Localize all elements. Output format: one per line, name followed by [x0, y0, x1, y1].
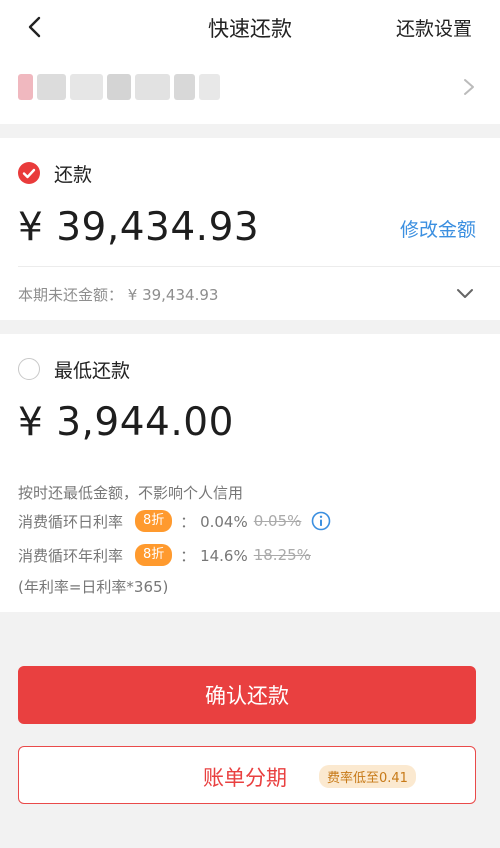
check-icon	[22, 168, 36, 179]
daily-discount-badge: 8折	[135, 510, 173, 532]
min-repayment-amount: ¥ 3,944.00	[18, 400, 234, 445]
chevron-right-icon	[464, 79, 474, 95]
min-repayment-radio[interactable]	[18, 358, 40, 380]
masked-account-name	[18, 74, 220, 100]
annual-discount-badge: 8折	[135, 544, 173, 566]
repayment-settings-link[interactable]: 还款设置	[396, 14, 472, 41]
min-repayment-label[interactable]: 最低还款	[54, 356, 130, 383]
full-repayment-radio[interactable]	[18, 162, 40, 184]
annual-rate-value: ： 14.6%	[180, 546, 248, 565]
rate-formula: (年利率=日利率*365)	[18, 578, 169, 596]
edit-amount-link[interactable]: 修改金额	[400, 215, 476, 242]
full-repayment-amount: ¥ 39,434.93	[18, 205, 260, 250]
confirm-repayment-button[interactable]: 确认还款	[18, 666, 476, 724]
min-repayment-note: 按时还最低金额，不影响个人信用	[18, 484, 244, 502]
installment-label: 账单分期	[203, 766, 287, 790]
daily-rate-row: 消费循环日利率 8折 ： 0.04% 0.05%	[18, 510, 331, 532]
chevron-down-icon[interactable]	[456, 288, 474, 300]
daily-rate-label: 消费循环日利率	[18, 512, 124, 531]
full-repayment-card: 还款 ¥ 39,434.93 修改金额 本期未还金额： ¥ 39,434.93	[0, 138, 500, 320]
annual-rate-label: 消费循环年利率	[18, 546, 124, 565]
daily-rate-value: ： 0.04%	[180, 512, 248, 531]
annual-rate-old: 18.25%	[253, 546, 311, 564]
full-repayment-label[interactable]: 还款	[54, 160, 92, 187]
min-repayment-card: 最低还款 ¥ 3,944.00 按时还最低金额，不影响个人信用 消费循环日利率 …	[0, 334, 500, 612]
info-icon[interactable]	[311, 511, 331, 531]
installment-rate-badge: 费率低至0.41	[319, 765, 416, 788]
annual-rate-row: 消费循环年利率 8折 ： 14.6% 18.25%	[18, 544, 311, 566]
divider	[18, 266, 500, 267]
account-row[interactable]	[0, 52, 500, 124]
unpaid-amount-text: 本期未还金额： ¥ 39,434.93	[18, 286, 219, 304]
installment-button[interactable]: 账单分期 费率低至0.41	[18, 746, 476, 804]
nav-bar: 快速还款 还款设置	[0, 0, 500, 52]
daily-rate-old: 0.05%	[253, 512, 302, 530]
